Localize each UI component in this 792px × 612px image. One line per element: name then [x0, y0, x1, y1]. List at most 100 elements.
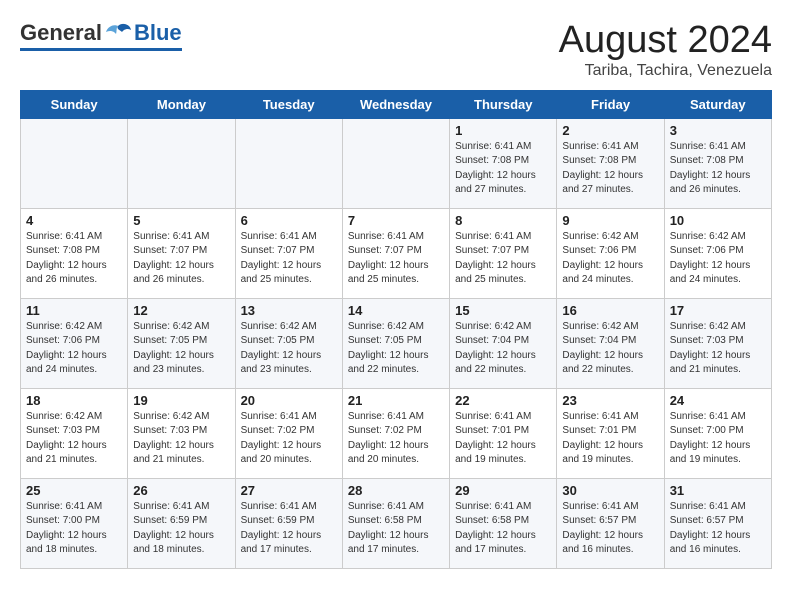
calendar-body: 1 Sunrise: 6:41 AMSunset: 7:08 PMDaylight… [21, 118, 772, 568]
day-info: Sunrise: 6:42 AMSunset: 7:03 PMDaylight:… [670, 320, 766, 378]
calendar-cell: 10Sunrise: 6:42 AMSunset: 7:06 PMDayligh… [664, 208, 771, 298]
calendar-cell: 28 Sunrise: 6:41 AMSunset: 6:58 PMDayligh… [342, 478, 449, 568]
day-info: Sunrise: 6:41 AMSunset: 7:08 PMDaylight:… [670, 140, 766, 198]
weekday-row: SundayMondayTuesdayWednesdayThursdayFrid… [21, 90, 772, 118]
day-info: Sunrise: 6:41 AMSunset: 7:07 PMDaylight:… [241, 230, 337, 288]
day-info: Sunrise: 6:42 AMSunset: 7:06 PMDaylight:… [26, 320, 122, 378]
calendar-cell: 6Sunrise: 6:41 AMSunset: 7:07 PMDaylight… [235, 208, 342, 298]
day-number: 3 [670, 123, 766, 138]
day-info: Sunrise: 6:41 AMSunset: 7:07 PMDaylight:… [455, 230, 551, 288]
calendar-cell [342, 118, 449, 208]
calendar-cell: 19Sunrise: 6:42 AMSunset: 7:03 PMDayligh… [128, 388, 235, 478]
calendar-cell: 17 Sunrise: 6:42 AMSunset: 7:03 PMDayligh… [664, 298, 771, 388]
day-info: Sunrise: 6:42 AMSunset: 7:04 PMDaylight:… [455, 320, 551, 378]
day-number: 1 [455, 123, 551, 138]
weekday-header-wednesday: Wednesday [342, 90, 449, 118]
day-info: Sunrise: 6:41 AMSunset: 7:01 PMDaylight:… [455, 410, 551, 468]
calendar-cell: 30Sunrise: 6:41 AMSunset: 6:57 PMDayligh… [557, 478, 664, 568]
logo-blue-text: Blue [134, 20, 182, 46]
day-number: 27 [241, 483, 337, 498]
day-info: Sunrise: 6:42 AMSunset: 7:06 PMDaylight:… [562, 230, 658, 288]
day-info: Sunrise: 6:41 AMSunset: 7:07 PMDaylight:… [133, 230, 229, 288]
day-number: 20 [241, 393, 337, 408]
calendar-cell: 16 Sunrise: 6:42 AMSunset: 7:04 PMDayligh… [557, 298, 664, 388]
day-number: 7 [348, 213, 444, 228]
weekday-header-sunday: Sunday [21, 90, 128, 118]
logo: General Blue [20, 20, 182, 51]
day-number: 10 [670, 213, 766, 228]
calendar-cell: 29Sunrise: 6:41 AMSunset: 6:58 PMDayligh… [450, 478, 557, 568]
calendar-cell: 1 Sunrise: 6:41 AMSunset: 7:08 PMDaylight… [450, 118, 557, 208]
day-number: 16 [562, 303, 658, 318]
day-number: 8 [455, 213, 551, 228]
weekday-header-thursday: Thursday [450, 90, 557, 118]
day-info: Sunrise: 6:41 AMSunset: 7:02 PMDaylight:… [241, 410, 337, 468]
day-number: 31 [670, 483, 766, 498]
day-number: 22 [455, 393, 551, 408]
day-number: 26 [133, 483, 229, 498]
day-info: Sunrise: 6:42 AMSunset: 7:04 PMDaylight:… [562, 320, 658, 378]
day-info: Sunrise: 6:41 AMSunset: 6:57 PMDaylight:… [562, 500, 658, 558]
calendar-cell: 14 Sunrise: 6:42 AMSunset: 7:05 PMDayligh… [342, 298, 449, 388]
calendar-cell: 21Sunrise: 6:41 AMSunset: 7:02 PMDayligh… [342, 388, 449, 478]
day-info: Sunrise: 6:41 AMSunset: 6:58 PMDaylight:… [348, 500, 444, 558]
location-title: Tariba, Tachira, Venezuela [559, 62, 772, 80]
title-block: August 2024 Tariba, Tachira, Venezuela [559, 20, 772, 80]
day-number: 17 [670, 303, 766, 318]
day-number: 14 [348, 303, 444, 318]
day-number: 29 [455, 483, 551, 498]
day-info: Sunrise: 6:42 AMSunset: 7:05 PMDaylight:… [241, 320, 337, 378]
day-info: Sunrise: 6:41 AMSunset: 7:08 PMDaylight:… [26, 230, 122, 288]
page-header: General Blue August 2024 Tariba, Tachira… [20, 20, 772, 80]
weekday-header-tuesday: Tuesday [235, 90, 342, 118]
calendar-cell [21, 118, 128, 208]
day-number: 23 [562, 393, 658, 408]
day-info: Sunrise: 6:41 AMSunset: 7:07 PMDaylight:… [348, 230, 444, 288]
day-info: Sunrise: 6:42 AMSunset: 7:05 PMDaylight:… [348, 320, 444, 378]
calendar-cell: 27 Sunrise: 6:41 AMSunset: 6:59 PMDayligh… [235, 478, 342, 568]
calendar-cell: 31 Sunrise: 6:41 AMSunset: 6:57 PMDayligh… [664, 478, 771, 568]
calendar-cell: 11 Sunrise: 6:42 AMSunset: 7:06 PMDayligh… [21, 298, 128, 388]
calendar-cell: 7 Sunrise: 6:41 AMSunset: 7:07 PMDaylight… [342, 208, 449, 298]
weekday-header-friday: Friday [557, 90, 664, 118]
weekday-header-monday: Monday [128, 90, 235, 118]
calendar-header: SundayMondayTuesdayWednesdayThursdayFrid… [21, 90, 772, 118]
calendar-cell: 22 Sunrise: 6:41 AMSunset: 7:01 PMDayligh… [450, 388, 557, 478]
calendar-cell: 12 Sunrise: 6:42 AMSunset: 7:05 PMDayligh… [128, 298, 235, 388]
day-number: 2 [562, 123, 658, 138]
calendar-cell: 26 Sunrise: 6:41 AMSunset: 6:59 PMDayligh… [128, 478, 235, 568]
day-number: 11 [26, 303, 122, 318]
day-info: Sunrise: 6:42 AMSunset: 7:05 PMDaylight:… [133, 320, 229, 378]
day-number: 25 [26, 483, 122, 498]
calendar-cell: 4Sunrise: 6:41 AMSunset: 7:08 PMDaylight… [21, 208, 128, 298]
calendar-cell: 8 Sunrise: 6:41 AMSunset: 7:07 PMDaylight… [450, 208, 557, 298]
calendar-cell: 23 Sunrise: 6:41 AMSunset: 7:01 PMDayligh… [557, 388, 664, 478]
day-info: Sunrise: 6:41 AMSunset: 6:59 PMDaylight:… [133, 500, 229, 558]
logo-bird-icon [104, 22, 132, 44]
day-info: Sunrise: 6:41 AMSunset: 6:59 PMDaylight:… [241, 500, 337, 558]
day-info: Sunrise: 6:41 AMSunset: 7:08 PMDaylight:… [562, 140, 658, 198]
calendar-table: SundayMondayTuesdayWednesdayThursdayFrid… [20, 90, 772, 569]
calendar-week-2: 4Sunrise: 6:41 AMSunset: 7:08 PMDaylight… [21, 208, 772, 298]
calendar-week-4: 18 Sunrise: 6:42 AMSunset: 7:03 PMDayligh… [21, 388, 772, 478]
calendar-cell: 2 Sunrise: 6:41 AMSunset: 7:08 PMDaylight… [557, 118, 664, 208]
calendar-week-1: 1 Sunrise: 6:41 AMSunset: 7:08 PMDaylight… [21, 118, 772, 208]
logo-underline [20, 48, 182, 51]
day-info: Sunrise: 6:41 AMSunset: 7:01 PMDaylight:… [562, 410, 658, 468]
logo-general-text: General [20, 20, 102, 46]
day-info: Sunrise: 6:41 AMSunset: 6:57 PMDaylight:… [670, 500, 766, 558]
day-number: 12 [133, 303, 229, 318]
day-number: 21 [348, 393, 444, 408]
day-info: Sunrise: 6:41 AMSunset: 7:08 PMDaylight:… [455, 140, 551, 198]
calendar-cell: 9 Sunrise: 6:42 AMSunset: 7:06 PMDaylight… [557, 208, 664, 298]
calendar-cell: 5Sunrise: 6:41 AMSunset: 7:07 PMDaylight… [128, 208, 235, 298]
day-number: 15 [455, 303, 551, 318]
day-number: 18 [26, 393, 122, 408]
calendar-cell [128, 118, 235, 208]
day-number: 9 [562, 213, 658, 228]
day-number: 28 [348, 483, 444, 498]
day-info: Sunrise: 6:42 AMSunset: 7:03 PMDaylight:… [133, 410, 229, 468]
day-number: 13 [241, 303, 337, 318]
calendar-cell: 25Sunrise: 6:41 AMSunset: 7:00 PMDayligh… [21, 478, 128, 568]
calendar-cell: 15 Sunrise: 6:42 AMSunset: 7:04 PMDayligh… [450, 298, 557, 388]
